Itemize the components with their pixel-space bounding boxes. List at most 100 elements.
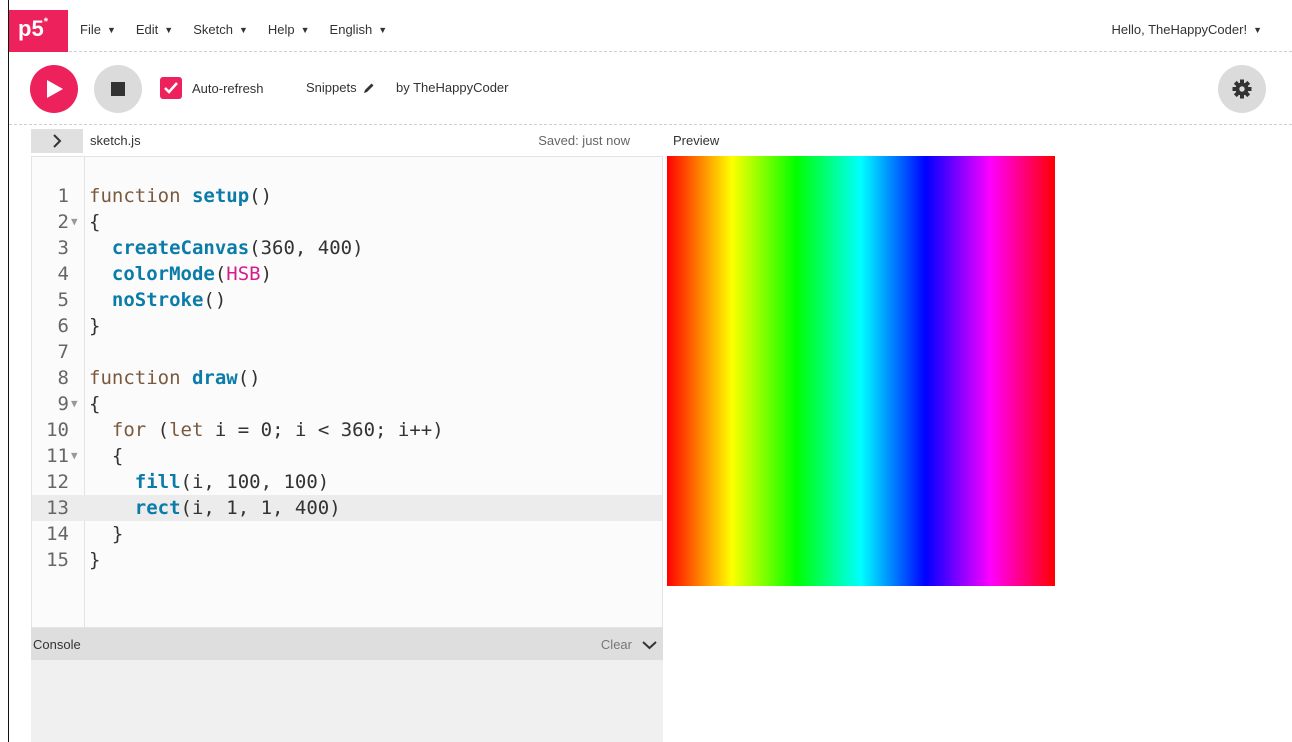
code-text: function draw() (89, 367, 261, 389)
code-line[interactable]: 9 ▼ { (32, 391, 662, 417)
sketch-name: Snippets (306, 80, 357, 95)
code-line[interactable]: 7 (32, 339, 662, 365)
file-name: sketch.js (90, 133, 141, 148)
code-line[interactable]: 14 } (32, 521, 662, 547)
code-text: { (89, 445, 124, 467)
code-line[interactable]: 15} (32, 547, 662, 573)
play-button[interactable] (30, 65, 78, 113)
code-line[interactable]: 13 rect(i, 1, 1, 400) (32, 495, 662, 521)
line-number: 13 (46, 497, 69, 519)
code-lines: 1 function setup() 2 ▼{3 createCanvas(360, … (32, 183, 662, 573)
settings-button[interactable] (1218, 65, 1266, 113)
user-menu[interactable]: Hello, TheHappyCoder! ▼ (1111, 22, 1262, 37)
code-text: } (89, 549, 101, 571)
expand-sidebar-button[interactable] (31, 129, 83, 153)
code-text: fill(i, 100, 100) (134, 471, 330, 493)
line-number: 4 (57, 263, 69, 285)
editor-header: sketch.js Saved: just now (9, 126, 663, 156)
code-text: for (let i = 0; i < 360; i++) (111, 419, 444, 441)
stop-button[interactable] (94, 65, 142, 113)
line-number: 1 (57, 185, 69, 207)
line-number: 2 (57, 211, 69, 233)
line-number: 12 (46, 471, 69, 493)
preview-canvas[interactable] (667, 156, 1055, 586)
caret-down-icon: ▼ (378, 24, 388, 35)
code-text: colorMode(HSB) (111, 263, 273, 285)
chevron-right-icon (53, 134, 62, 148)
code-text: createCanvas(360, 400) (111, 237, 364, 259)
code-line[interactable]: 10 for (let i = 0; i < 360; i++) (32, 417, 662, 443)
saved-status: Saved: just now (538, 133, 630, 148)
console-title: Console (33, 637, 81, 652)
caret-down-icon: ▼ (106, 24, 116, 35)
toolbar: Auto-refresh Snippets by TheHappyCoder (9, 52, 1292, 125)
fold-arrow-icon[interactable]: ▼ (71, 391, 78, 417)
code-line[interactable]: 12 fill(i, 100, 100) (32, 469, 662, 495)
caret-down-icon: ▼ (164, 24, 174, 35)
line-number: 9 (57, 393, 69, 415)
code-line[interactable]: 1 function setup() (32, 183, 662, 209)
p5-logo[interactable]: p5* (9, 10, 68, 52)
auto-refresh-checkbox[interactable] (160, 77, 182, 99)
code-line[interactable]: 8 function draw() (32, 365, 662, 391)
play-icon (47, 80, 63, 98)
caret-down-icon: ▼ (1253, 24, 1262, 35)
code-editor[interactable]: 1 function setup() 2 ▼{3 createCanvas(360, … (31, 156, 663, 628)
line-number: 5 (57, 289, 69, 311)
window-edge (0, 0, 9, 742)
fold-arrow-icon[interactable]: ▼ (71, 209, 78, 235)
code-line[interactable]: 4 colorMode(HSB) (32, 261, 662, 287)
sketch-name-edit[interactable]: Snippets (306, 80, 375, 95)
line-number: 14 (46, 523, 69, 545)
code-text: rect(i, 1, 1, 400) (134, 497, 341, 519)
menu-language[interactable]: English ▼ (330, 22, 388, 37)
code-text: } (89, 315, 101, 337)
code-text: { (89, 211, 101, 233)
logo-asterisk: * (43, 15, 48, 28)
checkmark-icon (164, 82, 178, 94)
console-header: Console Clear (31, 628, 663, 660)
console-clear-button[interactable]: Clear (601, 637, 632, 652)
main-menu: File ▼ Edit ▼ Sketch ▼ Help ▼ English ▼ (80, 22, 387, 37)
logo-text: p5 (18, 16, 44, 41)
line-number: 3 (57, 237, 69, 259)
fold-arrow-icon[interactable]: ▼ (71, 443, 78, 469)
line-number: 7 (57, 341, 69, 363)
caret-down-icon: ▼ (238, 24, 248, 35)
code-text: function setup() (89, 185, 273, 207)
preview-label: Preview (673, 133, 720, 148)
menu-sketch[interactable]: Sketch ▼ (193, 22, 248, 37)
user-greeting: Hello, TheHappyCoder! (1111, 22, 1248, 37)
code-line[interactable]: 11 ▼ { (32, 443, 662, 469)
top-nav: p5* File ▼ Edit ▼ Sketch ▼ Help ▼ English ▼ H… (9, 10, 1292, 52)
code-line[interactable]: 2 ▼ { (32, 209, 662, 235)
menu-file[interactable]: File ▼ (80, 22, 116, 37)
line-number: 15 (46, 549, 69, 571)
code-line[interactable]: 3 createCanvas(360, 400) (32, 235, 662, 261)
code-text: noStroke() (111, 289, 227, 311)
pencil-icon (363, 83, 374, 93)
line-number: 8 (57, 367, 69, 389)
auto-refresh-label: Auto-refresh (192, 80, 264, 96)
menu-edit[interactable]: Edit ▼ (136, 22, 173, 37)
line-number: 10 (46, 419, 69, 441)
menu-language-label: English (329, 22, 373, 37)
menu-help[interactable]: Help ▼ (268, 22, 310, 37)
auto-refresh-toggle: Auto-refresh (160, 77, 264, 99)
line-number: 11 (46, 445, 69, 467)
caret-down-icon: ▼ (300, 24, 310, 35)
line-number: 6 (57, 315, 69, 337)
menu-edit-label: Edit (135, 22, 159, 37)
code-text: } (89, 523, 124, 545)
menu-sketch-label: Sketch (193, 22, 233, 37)
gear-icon (1232, 79, 1252, 99)
code-line[interactable]: 5 noStroke() (32, 287, 662, 313)
chevron-down-icon[interactable] (642, 637, 657, 655)
code-text: { (89, 393, 101, 415)
menu-file-label: File (80, 22, 101, 37)
sketch-author[interactable]: by TheHappyCoder (396, 80, 509, 95)
console-output[interactable] (31, 660, 663, 742)
stop-icon (111, 82, 125, 96)
code-line[interactable]: 6} (32, 313, 662, 339)
menu-help-label: Help (267, 22, 295, 37)
